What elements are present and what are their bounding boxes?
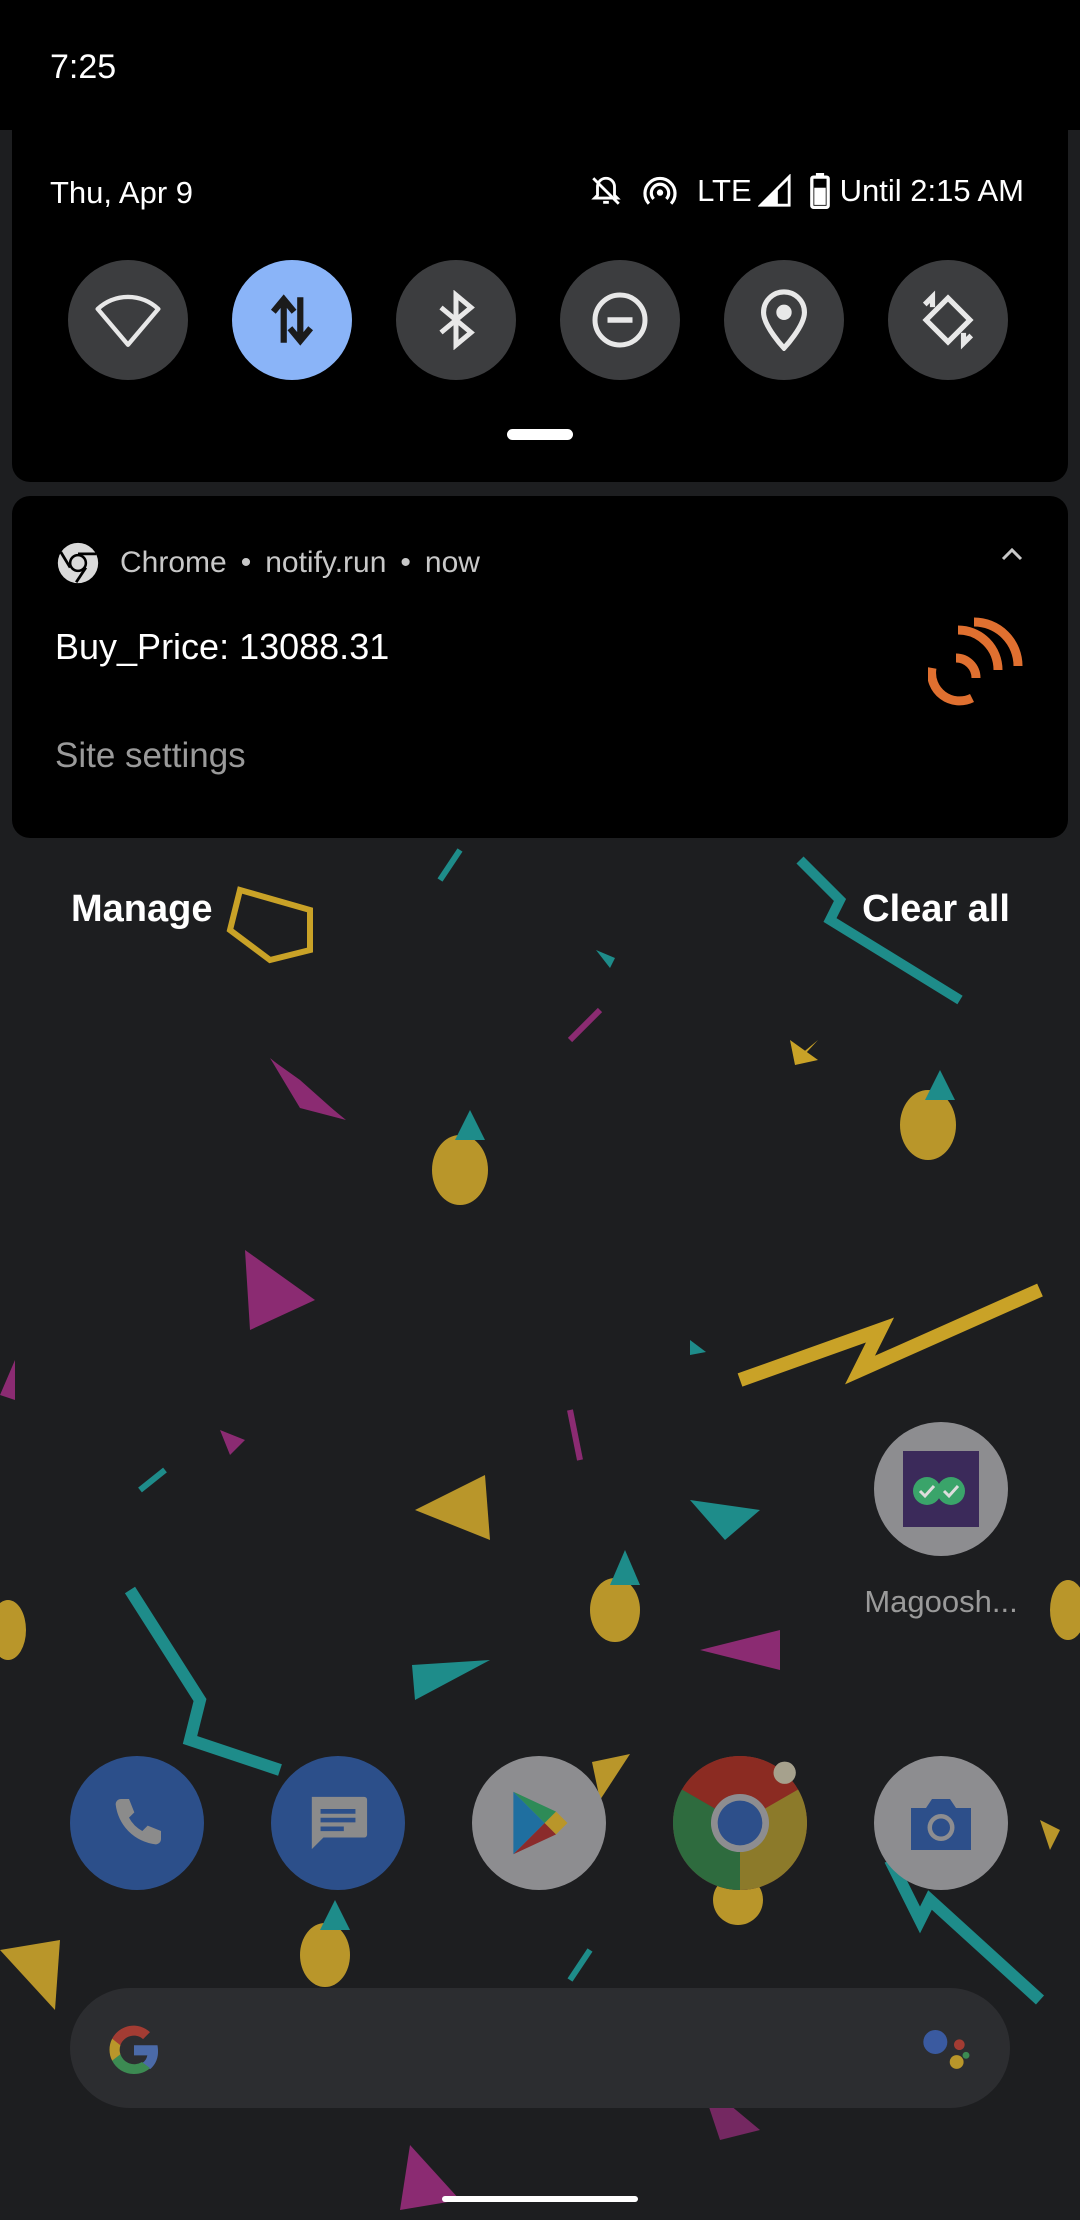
tile-location[interactable] [724,260,844,380]
location-pin-icon [761,289,807,351]
tile-do-not-disturb[interactable] [560,260,680,380]
battery-text: Until 2:15 AM [839,173,1024,208]
qs-status-icons: LTE Until 2:15 AM [589,170,1024,212]
google-search-bar[interactable] [70,1988,1010,2108]
tile-bluetooth[interactable] [396,260,516,380]
site-settings-link[interactable]: Site settings [55,736,246,776]
chrome-icon [673,1756,807,1890]
notification-site: notify.run [265,546,387,579]
network-type-label: LTE [697,173,752,208]
magoosh-app-icon [874,1422,1008,1556]
notification-header: Chrome • notify.run • now [56,541,480,585]
messages-icon [311,1796,368,1850]
tile-auto-rotate[interactable] [888,260,1008,380]
signal-icon [757,174,792,208]
bell-off-icon [589,173,623,209]
rotate-icon [922,290,974,350]
status-bar: 7:25 [0,0,1080,130]
notify-run-logo-icon [928,617,1023,706]
quick-settings-panel: Thu, Apr 9 LTE Until 2:15 AM [12,130,1068,482]
battery-icon [809,173,830,209]
app-label: Magoosh... [864,1584,1018,1619]
phone-app[interactable] [70,1756,204,1890]
notification-card[interactable]: Chrome • notify.run • now Buy_Price: 130… [12,496,1068,838]
tile-wifi[interactable] [68,260,188,380]
camera-icon [911,1799,971,1850]
clear-all-button[interactable]: Clear all [862,888,1010,931]
assistant-icon[interactable] [914,2018,978,2082]
phone-icon [115,1799,161,1845]
chevron-up-icon[interactable] [1000,546,1024,562]
messages-app[interactable] [271,1756,405,1890]
separator: • [400,546,411,579]
bluetooth-icon [439,290,475,350]
tile-mobile-data[interactable] [232,260,352,380]
camera-app[interactable] [874,1756,1008,1890]
gesture-navigation-bar[interactable] [442,2196,638,2202]
qs-tiles [68,260,1008,380]
separator: • [240,546,252,579]
dock [70,1756,1008,1890]
hotspot-icon [641,172,679,210]
clock: 7:25 [50,48,117,86]
notification-title: Buy_Price: 13088.31 [55,626,390,667]
notification-time: now [424,546,480,579]
dnd-icon [592,292,648,348]
google-g-icon [109,2025,159,2075]
play-store-app[interactable] [472,1756,606,1890]
drag-handle[interactable] [507,429,573,440]
manage-button[interactable]: Manage [71,888,212,931]
wifi-icon [95,294,161,347]
chrome-icon [57,542,99,584]
qs-date: Thu, Apr 9 [50,175,194,210]
notification-app-name: Chrome [120,546,227,579]
magoosh-app[interactable]: Magoosh... [864,1422,1018,1620]
data-arrows-icon [270,294,314,346]
play-store-icon [513,1791,568,1855]
chrome-app[interactable] [673,1756,807,1890]
